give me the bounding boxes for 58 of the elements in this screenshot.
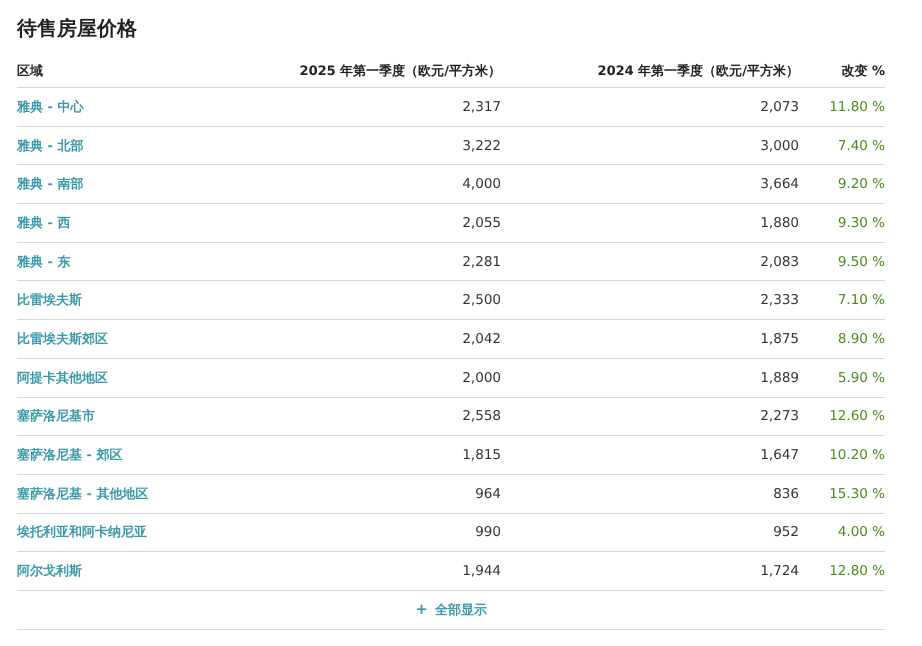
- table-cell-text: 3,222: [461, 138, 501, 154]
- column-header: 2024 年第一季度（欧元/平方米）: [596, 62, 799, 80]
- region-link[interactable]: 阿尔戈利斯: [17, 564, 82, 580]
- table-cell-text: 9.50 %: [836, 254, 885, 270]
- table-cell-text: 4.00 %: [836, 524, 885, 540]
- region-link[interactable]: 雅典 - 北部: [17, 138, 84, 154]
- table-cell-text: 2,042: [461, 330, 501, 347]
- column-header: 2025 年第一季度（欧元/平方米）: [298, 62, 501, 80]
- table-cell-text: 11.80 %: [828, 98, 885, 115]
- table-cell-text: 1,724: [759, 563, 799, 580]
- table-cell-text: 952: [772, 524, 799, 540]
- table-cell-text: 2,333: [759, 292, 799, 308]
- table-cell-text: 2,558: [461, 408, 501, 424]
- show-all-button[interactable]: + 全部显示: [411, 598, 491, 622]
- region-link[interactable]: 雅典 - 中心: [17, 100, 84, 115]
- table-cell-text: 2,273: [759, 408, 799, 424]
- region-link[interactable]: 雅典 - 东: [17, 254, 70, 270]
- table-cell-text: 8.90 %: [836, 330, 885, 347]
- table-cell-text: 9.20 %: [836, 176, 885, 192]
- region-link[interactable]: 塞萨洛尼基市: [17, 409, 95, 424]
- table-cell-text: 990: [474, 524, 501, 540]
- table-cell-text: 15.30 %: [828, 486, 885, 502]
- region-link[interactable]: 比雷埃夫斯: [17, 293, 82, 308]
- table-cell-text: 836: [772, 486, 799, 502]
- table-cell-text: 964: [474, 486, 501, 502]
- table-cell-text: 1,944: [461, 563, 501, 580]
- table-cell-text: 2,055: [461, 214, 501, 231]
- region-link[interactable]: 塞萨洛尼基 - 郊区: [17, 448, 122, 464]
- page-title: 待售房屋价格: [17, 15, 138, 42]
- region-link[interactable]: 比雷埃夫斯郊区: [17, 332, 108, 347]
- table-cell-text: 2,317: [461, 98, 501, 115]
- region-link[interactable]: 雅典 - 西: [17, 216, 70, 231]
- table-cell-text: 2,073: [759, 98, 799, 115]
- table-cell-text: 2,281: [461, 254, 501, 270]
- region-link[interactable]: 塞萨洛尼基 - 其他地区: [17, 486, 148, 502]
- region-link[interactable]: 雅典 - 南部: [17, 177, 84, 192]
- table-cell-text: 7.10 %: [836, 292, 885, 308]
- table-cell-text: 3,000: [759, 138, 799, 154]
- table-cell-text: 10.20 %: [828, 447, 885, 464]
- table-cell-text: 2,083: [759, 254, 799, 270]
- table-cell-text: 1,815: [461, 447, 501, 464]
- table-cell-text: 1,889: [759, 370, 799, 386]
- table-cell-text: 3,664: [759, 176, 799, 192]
- table-cell-text: 2,000: [461, 370, 501, 386]
- table-cell-text: 4,000: [461, 176, 501, 192]
- table-cell-text: 2,500: [461, 292, 501, 308]
- table-cell-text: 1,875: [759, 330, 799, 347]
- region-link[interactable]: 埃托利亚和阿卡纳尼亚: [17, 525, 147, 540]
- column-header: 区域: [17, 62, 44, 80]
- table-cell-text: 9.30 %: [836, 214, 885, 231]
- column-header: 改变 %: [840, 62, 885, 80]
- table-cell-text: 5.90 %: [836, 370, 885, 386]
- table-cell-text: 12.80 %: [828, 563, 885, 580]
- table-cell-text: 7.40 %: [836, 138, 885, 154]
- region-link[interactable]: 阿提卡其他地区: [17, 370, 108, 386]
- table-cell-text: 1,647: [759, 447, 799, 464]
- table-cell-text: 1,880: [759, 214, 799, 231]
- table-cell-text: 12.60 %: [828, 408, 885, 424]
